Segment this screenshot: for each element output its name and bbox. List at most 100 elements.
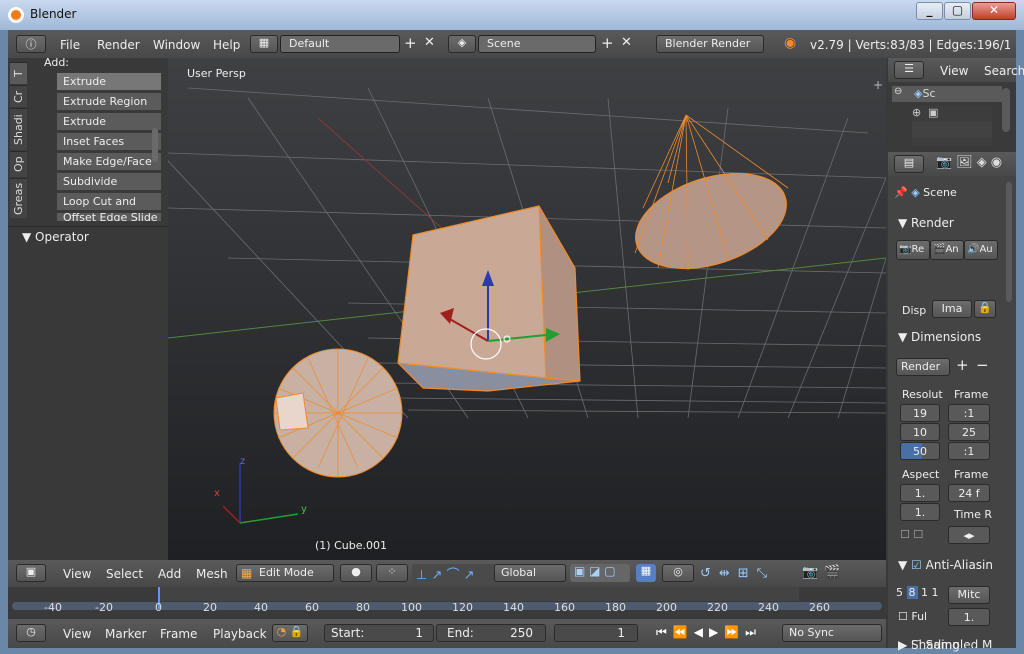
pivot-point-select[interactable]: ⁘ [376,564,408,582]
tool-extrude-individual[interactable]: Extrude Individual [56,112,162,145]
tab-shading[interactable]: Shadi [10,108,27,150]
snap-icons[interactable]: ↺⇹⊞⤡ [700,566,775,581]
aa-filter-select[interactable]: Mitc [948,586,990,604]
outliner-menu-search[interactable]: Search [984,64,1024,78]
expand-icon[interactable]: ⊕ [912,106,921,119]
scene-selector[interactable]: Scene [478,35,596,53]
outliner-scene-row[interactable]: ⊖ ◈Sc [892,86,1002,102]
collapse-icon[interactable]: ⊖ [894,86,902,97]
preview-range-icon[interactable]: ◔ 🔒 [272,624,308,642]
remove-layout-icon[interactable]: ✕ [424,35,435,50]
render-preview-icons[interactable]: 📷🎬 [802,565,846,580]
lock-interface-icon[interactable]: 🔒 [974,300,996,318]
aa-sample-5[interactable]: 5 [896,586,903,599]
orientation-select[interactable]: Global [494,564,566,582]
maximize-button[interactable]: ▢ [944,2,971,20]
toolshelf-scrollbar[interactable] [152,128,158,162]
timeline-ruler[interactable]: -40 -20 0 20 40 60 80 100 120 140 160 18… [8,587,886,617]
add-layout-icon[interactable]: + [404,34,417,52]
viewport-expand-icon[interactable]: + [873,78,883,92]
resolution-y-field[interactable]: 10 [900,423,940,441]
current-frame-field[interactable]: 1 [554,624,638,642]
resolution-percentage-field[interactable]: 50 [900,442,940,460]
outliner-scrollbar[interactable] [1002,88,1010,132]
sync-mode-select[interactable]: No Sync [782,624,882,642]
layout-selector[interactable]: Default [280,35,400,53]
anti-aliasing-panel-header[interactable]: ▼ ☑ Anti-Aliasin [898,558,993,572]
aspect-y-field[interactable]: 1. [900,503,940,521]
aa-sample-11[interactable]: 1 [921,586,928,599]
properties-scrollbar[interactable] [1006,182,1012,302]
resolution-x-field[interactable]: 19 [900,404,940,422]
render-audio-button[interactable]: 🔊Au [964,240,998,260]
tool-extrude-region[interactable]: Extrude Region [56,92,162,111]
tool-loop-cut[interactable]: Loop Cut and Slide [56,192,162,225]
tab-options[interactable]: Op [10,151,27,177]
remove-scene-icon[interactable]: ✕ [621,35,632,50]
filter-size-field[interactable]: 1. [948,608,990,626]
aa-sample-16[interactable]: 1 [932,586,939,599]
timeline-menu-frame[interactable]: Frame [160,627,197,641]
editor-type-info-icon[interactable]: ⓘ [16,35,46,53]
select-mode-buttons[interactable]: ▣ ◪ ▢ [570,564,630,582]
frame-start-field[interactable]: :1 [948,404,990,422]
menu-help[interactable]: Help [213,38,240,52]
aspect-x-field[interactable]: 1. [900,484,940,502]
playback-controls[interactable]: ⏮⏪◀▶⏩⏭ [656,625,762,640]
minimize-button[interactable]: _ [916,2,943,20]
tab-create[interactable]: Cr [10,85,27,107]
cone-mesh[interactable] [624,114,799,286]
manipulator-toggles[interactable]: ⊥ ↗ ⌒ ↗ [412,564,502,583]
render-panel-header[interactable]: ▼ Render [898,216,954,230]
menu-mesh[interactable]: Mesh [196,567,228,581]
operator-panel-header[interactable]: ▼ Operator [8,226,168,246]
dimensions-panel-header[interactable]: ▼ Dimensions [898,330,981,344]
aa-sample-8[interactable]: 8 [906,586,918,599]
shading-panel-header[interactable]: ▶ Shading [898,638,960,652]
end-frame-field[interactable]: End: 250 [436,624,546,642]
editor-type-3dview-icon[interactable]: ▣ [16,564,46,582]
limit-selection-icon[interactable]: ▦ [636,564,656,582]
menu-file[interactable]: File [60,38,80,52]
tool-extrude[interactable]: Extrude [56,72,162,91]
pin-icon[interactable]: 📌 [894,186,908,199]
menu-window[interactable]: Window [153,38,200,52]
frame-end-field[interactable]: 25 [948,423,990,441]
editor-type-timeline-icon[interactable]: ◷ [16,624,46,642]
outliner-menu-view[interactable]: View [940,64,968,78]
icosphere-mesh[interactable] [273,348,403,478]
render-engine-select[interactable]: Blender Render [656,35,764,53]
tool-make-edge-face[interactable]: Make Edge/Face [56,152,162,171]
tool-subdivide[interactable]: Subdivide [56,172,162,191]
viewport-shading-select[interactable]: ● [340,564,372,582]
layout-icon[interactable]: ▦ [250,35,278,53]
editor-type-properties-icon[interactable]: ▤ [894,155,924,173]
close-window-button[interactable]: ✕ [972,2,1016,20]
timeline-menu-playback[interactable]: Playback [213,627,267,641]
menu-add[interactable]: Add [158,567,181,581]
tool-offset-edge-slide[interactable]: Offset Edge Slide [56,212,162,222]
tab-tools[interactable]: T [10,62,27,84]
frame-step-field[interactable]: :1 [948,442,990,460]
time-remap-fields[interactable]: ◂▸ [948,526,990,544]
render-preset-select[interactable]: Render [896,358,950,376]
proportional-edit-select[interactable]: ◎ [662,564,694,582]
timeline-menu-marker[interactable]: Marker [105,627,146,641]
render-animation-button[interactable]: 🎬An [930,240,964,260]
remove-preset-icon[interactable]: − [976,356,989,374]
render-context-icons[interactable]: 📷🖼◈◉ [936,155,1006,170]
editor-type-outliner-icon[interactable]: ☰ [894,61,924,79]
add-scene-icon[interactable]: + [601,34,614,52]
aa-samples-row[interactable]: 5 8 1 1 [896,586,946,604]
menu-select[interactable]: Select [106,567,143,581]
timeline-menu-view[interactable]: View [63,627,91,641]
scene-icon[interactable]: ◈ [448,35,476,53]
frame-rate-select[interactable]: 24 f [948,484,990,502]
menu-render[interactable]: Render [97,38,140,52]
menu-view[interactable]: View [63,567,91,581]
viewport-3d[interactable]: z y x User Persp (1) Cube.001 + [168,58,886,560]
start-frame-field[interactable]: Start: 1 [324,624,434,642]
border-checkboxes[interactable]: ☐ ☐ [900,528,940,542]
full-sample-checkbox[interactable]: ☐ Ful [898,610,927,623]
tab-grease[interactable]: Greas [10,178,27,218]
